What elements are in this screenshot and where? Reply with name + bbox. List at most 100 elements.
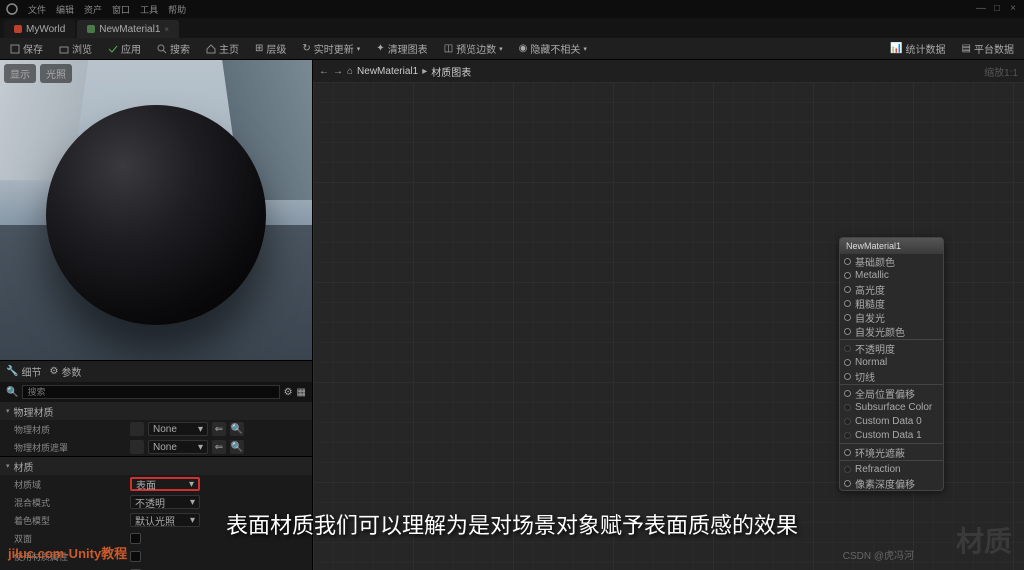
nav-forward[interactable]: → xyxy=(333,66,343,77)
search-button[interactable]: 搜索 xyxy=(153,39,194,58)
pin-socket-icon[interactable] xyxy=(844,359,851,366)
pin-socket-icon[interactable] xyxy=(844,328,851,335)
breadcrumb[interactable]: 材质图表 xyxy=(431,64,471,79)
pin-label: 基础颜色 xyxy=(855,254,895,269)
details-tab[interactable]: 🔧细节 xyxy=(6,364,41,379)
menubar: 文件 编辑 资产 窗口 工具 帮助 — □ × xyxy=(0,0,1024,18)
node-pin[interactable]: 自发光颜色 xyxy=(840,324,943,338)
search-input[interactable] xyxy=(22,385,279,399)
node-pin[interactable]: 基础颜色 xyxy=(840,254,943,268)
home-button[interactable]: 主页 xyxy=(202,39,243,58)
pin-socket-icon[interactable] xyxy=(844,314,851,321)
node-pin[interactable]: Custom Data 0 xyxy=(840,414,943,428)
window-minimize[interactable]: — xyxy=(976,4,986,14)
live-update-button[interactable]: ↻实时更新▾ xyxy=(298,39,364,58)
tab-myworld[interactable]: MyWorld xyxy=(4,20,75,38)
node-pin[interactable]: Custom Data 1 xyxy=(840,428,943,442)
blend-mode-dropdown[interactable]: 不透明▾ xyxy=(130,495,200,509)
grid-icon[interactable]: ▦ xyxy=(297,387,306,398)
pin-label: 切线 xyxy=(855,369,875,384)
node-pin[interactable]: 切线 xyxy=(840,369,943,383)
pin-socket-icon[interactable] xyxy=(844,432,851,439)
phys-mask-dropdown[interactable]: None▾ xyxy=(148,440,208,454)
node-pin[interactable]: Metallic xyxy=(840,268,943,282)
params-tab[interactable]: ⚙参数 xyxy=(49,364,81,379)
tab-label: NewMaterial1 xyxy=(99,24,160,35)
wrench-icon: 🔧 xyxy=(6,366,18,377)
clean-button[interactable]: ✦清理图表 xyxy=(372,39,431,58)
tab-close-icon[interactable]: × xyxy=(164,25,169,34)
pin-socket-icon[interactable] xyxy=(844,373,851,380)
chevron-down-icon: ▾ xyxy=(198,442,203,453)
use-selected-button[interactable]: ⇐ xyxy=(212,422,226,436)
nav-back[interactable]: ← xyxy=(319,66,329,77)
pin-socket-icon[interactable] xyxy=(844,404,851,411)
node-pin[interactable]: 高光度 xyxy=(840,282,943,296)
pin-socket-icon[interactable] xyxy=(844,390,851,397)
node-pin[interactable]: 自发光 xyxy=(840,310,943,324)
folder-icon xyxy=(59,44,69,54)
hierarchy-button[interactable]: ⊞层级 xyxy=(251,39,290,58)
material-domain-dropdown[interactable]: 表面▾ xyxy=(130,477,200,491)
window-close[interactable]: × xyxy=(1008,4,1018,14)
settings-icon[interactable]: ⚙ xyxy=(284,387,293,398)
pin-socket-icon[interactable] xyxy=(844,480,851,487)
search-icon: 🔍 xyxy=(6,387,18,398)
preview-button[interactable]: ◫预览边数▾ xyxy=(440,39,507,58)
zoom-label: 缩放1:1 xyxy=(984,64,1018,79)
details-search: 🔍 ⚙ ▦ xyxy=(0,382,312,402)
node-pin[interactable]: 环境光遮蔽 xyxy=(840,445,943,459)
breadcrumb[interactable]: NewMaterial1 xyxy=(357,66,418,77)
pin-socket-icon[interactable] xyxy=(844,300,851,307)
pin-socket-icon[interactable] xyxy=(844,449,851,456)
node-pin[interactable]: 粗糙度 xyxy=(840,296,943,310)
menu-tools[interactable]: 工具 xyxy=(140,3,158,16)
material-viewport[interactable]: 显示 光照 xyxy=(0,60,312,360)
material-graph[interactable]: NewMaterial1 基础颜色Metallic高光度粗糙度自发光自发光颜色不… xyxy=(313,82,1024,570)
apply-button[interactable]: 应用 xyxy=(104,39,145,58)
menu-edit[interactable]: 编辑 xyxy=(56,3,74,16)
pin-socket-icon[interactable] xyxy=(844,466,851,473)
platform-icon: ▤ xyxy=(962,43,971,54)
prop-row: 材质域 表面▾ xyxy=(0,475,312,493)
menu-asset[interactable]: 资产 xyxy=(84,3,102,16)
node-pin[interactable]: Normal xyxy=(840,355,943,369)
pin-label: 自发光 xyxy=(855,310,885,325)
section-physmaterial[interactable]: ▾物理材质 xyxy=(0,402,312,420)
browse-asset-button[interactable]: 🔍 xyxy=(230,422,244,436)
pin-socket-icon[interactable] xyxy=(844,418,851,425)
menu-file[interactable]: 文件 xyxy=(28,3,46,16)
viewport-lighting-button[interactable]: 光照 xyxy=(40,64,72,83)
node-pin[interactable]: Refraction xyxy=(840,462,943,476)
use-selected-button[interactable]: ⇐ xyxy=(212,440,226,454)
phys-material-dropdown[interactable]: None▾ xyxy=(148,422,208,436)
menu-window[interactable]: 窗口 xyxy=(112,3,130,16)
use-attrs-checkbox[interactable] xyxy=(130,551,141,562)
pin-socket-icon[interactable] xyxy=(844,272,851,279)
hide-button[interactable]: ◉隐藏不相关▾ xyxy=(515,39,591,58)
prop-label: 物理材质遮罩 xyxy=(14,441,124,454)
platform-button[interactable]: ▤平台数据 xyxy=(958,39,1018,58)
eye-icon: ◉ xyxy=(519,43,528,54)
pin-socket-icon[interactable] xyxy=(844,286,851,293)
browse-button[interactable]: 浏览 xyxy=(55,39,96,58)
window-maximize[interactable]: □ xyxy=(992,4,1002,14)
material-result-node[interactable]: NewMaterial1 基础颜色Metallic高光度粗糙度自发光自发光颜色不… xyxy=(839,237,944,491)
browse-asset-button[interactable]: 🔍 xyxy=(230,440,244,454)
node-pin[interactable]: 不透明度 xyxy=(840,341,943,355)
tab-newmaterial[interactable]: NewMaterial1 × xyxy=(77,20,179,38)
asset-thumb[interactable] xyxy=(130,440,144,454)
pin-label: 不透明度 xyxy=(855,341,895,356)
stats-button[interactable]: 📊统计数据 xyxy=(886,39,949,58)
section-material[interactable]: ▾材质 xyxy=(0,457,312,475)
node-pin[interactable]: Subsurface Color xyxy=(840,400,943,414)
viewport-show-button[interactable]: 显示 xyxy=(4,64,36,83)
menu-help[interactable]: 帮助 xyxy=(168,3,186,16)
nav-home-icon[interactable]: ⌂ xyxy=(347,66,353,77)
pin-socket-icon[interactable] xyxy=(844,258,851,265)
save-button[interactable]: 保存 xyxy=(6,39,47,58)
asset-thumb[interactable] xyxy=(130,422,144,436)
node-pin[interactable]: 全局位置偏移 xyxy=(840,386,943,400)
node-pin[interactable]: 像素深度偏移 xyxy=(840,476,943,490)
pin-socket-icon[interactable] xyxy=(844,345,851,352)
